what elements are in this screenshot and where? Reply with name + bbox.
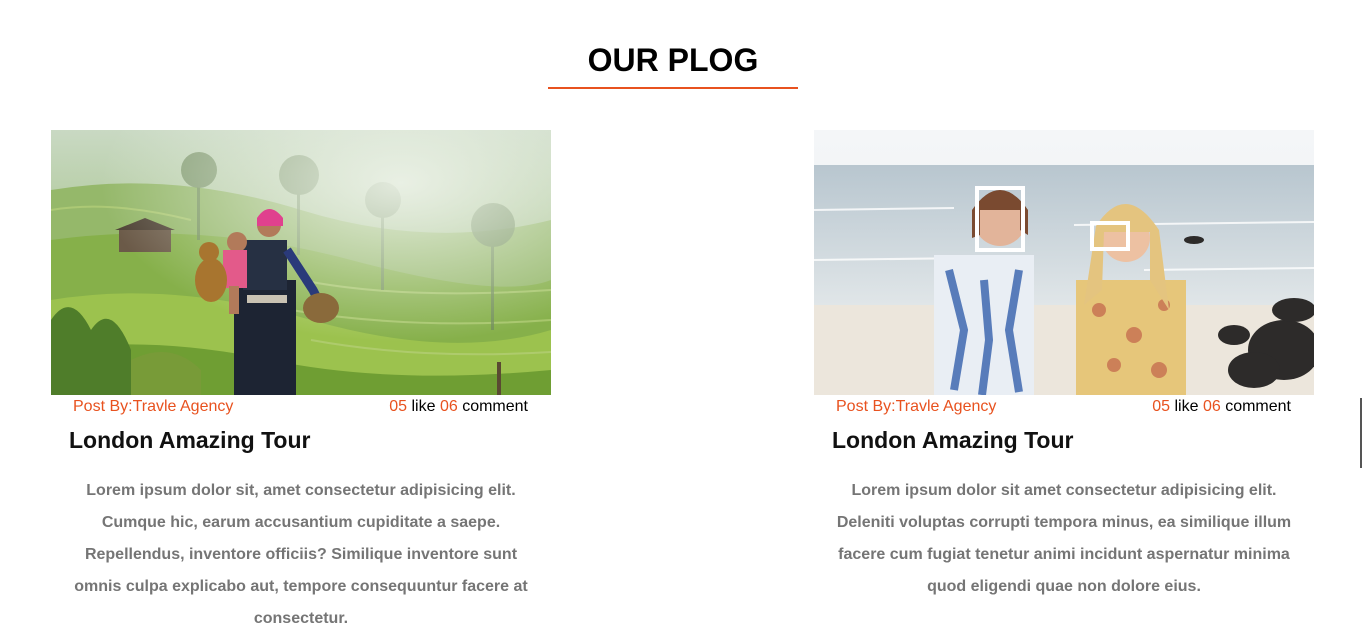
like-count: 05 [389,398,408,415]
post-title[interactable]: London Amazing Tour [69,425,551,455]
scrollbar-thumb[interactable] [1360,398,1362,468]
section-title: OUR PLOG [587,42,759,78]
blog-post-card: Post By:Travle Agency 05 like 06 comment… [814,130,1314,603]
comment-label[interactable]: comment [1225,398,1291,415]
comment-count: 06 [1202,398,1221,415]
post-meta: Post By:Travle Agency 05 like 06 comment [814,395,1314,419]
post-title[interactable]: London Amazing Tour [832,425,1314,455]
blog-post-card: Post By:Travle Agency 05 like 06 comment… [51,130,551,635]
like-count: 05 [1152,398,1171,415]
post-image-beach-friends [814,130,1314,395]
comment-count: 06 [439,398,458,415]
post-stats: 05 like 06 comment [1152,395,1291,419]
post-image[interactable] [814,130,1314,395]
post-image-rice-terraces [51,130,551,395]
title-underline [548,87,798,89]
post-excerpt: Lorem ipsum dolor sit amet consectetur a… [836,482,1292,595]
post-author[interactable]: Post By:Travle Agency [73,395,233,419]
post-image[interactable] [51,130,551,395]
comment-label[interactable]: comment [462,398,528,415]
like-label[interactable]: like [411,398,435,415]
post-excerpt: Lorem ipsum dolor sit, amet consectetur … [74,482,528,627]
post-stats: 05 like 06 comment [389,395,528,419]
like-label[interactable]: like [1174,398,1198,415]
post-author[interactable]: Post By:Travle Agency [836,395,996,419]
post-meta: Post By:Travle Agency 05 like 06 comment [51,395,551,419]
